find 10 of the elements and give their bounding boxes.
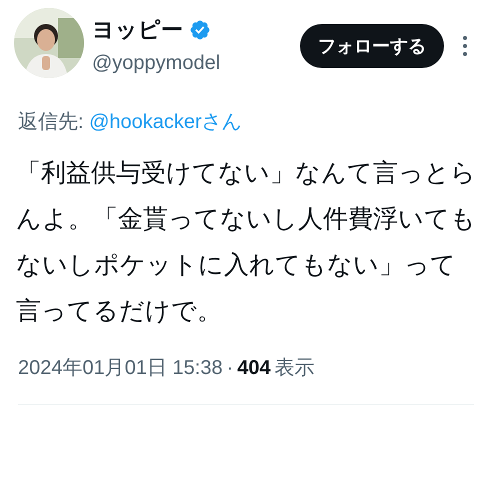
- author-handle: @yoppymodel: [92, 51, 220, 76]
- view-count: 404: [237, 356, 271, 381]
- timestamp: 2024年01月01日 15:38: [18, 356, 223, 381]
- views-label: 表示: [274, 356, 315, 381]
- separator: ·: [226, 356, 234, 381]
- follow-button[interactable]: フォローする: [300, 24, 444, 68]
- reply-to-label: 返信先:: [18, 110, 85, 135]
- author-name: ヨッピー: [92, 16, 183, 44]
- tweet-text: 「利益供与受けてない」なんて言っとらんよ。「金貰ってないし人件費浮いてもないしポケットに入れてもない」って言ってるだけで。: [15, 158, 477, 327]
- more-options-icon[interactable]: [462, 35, 468, 57]
